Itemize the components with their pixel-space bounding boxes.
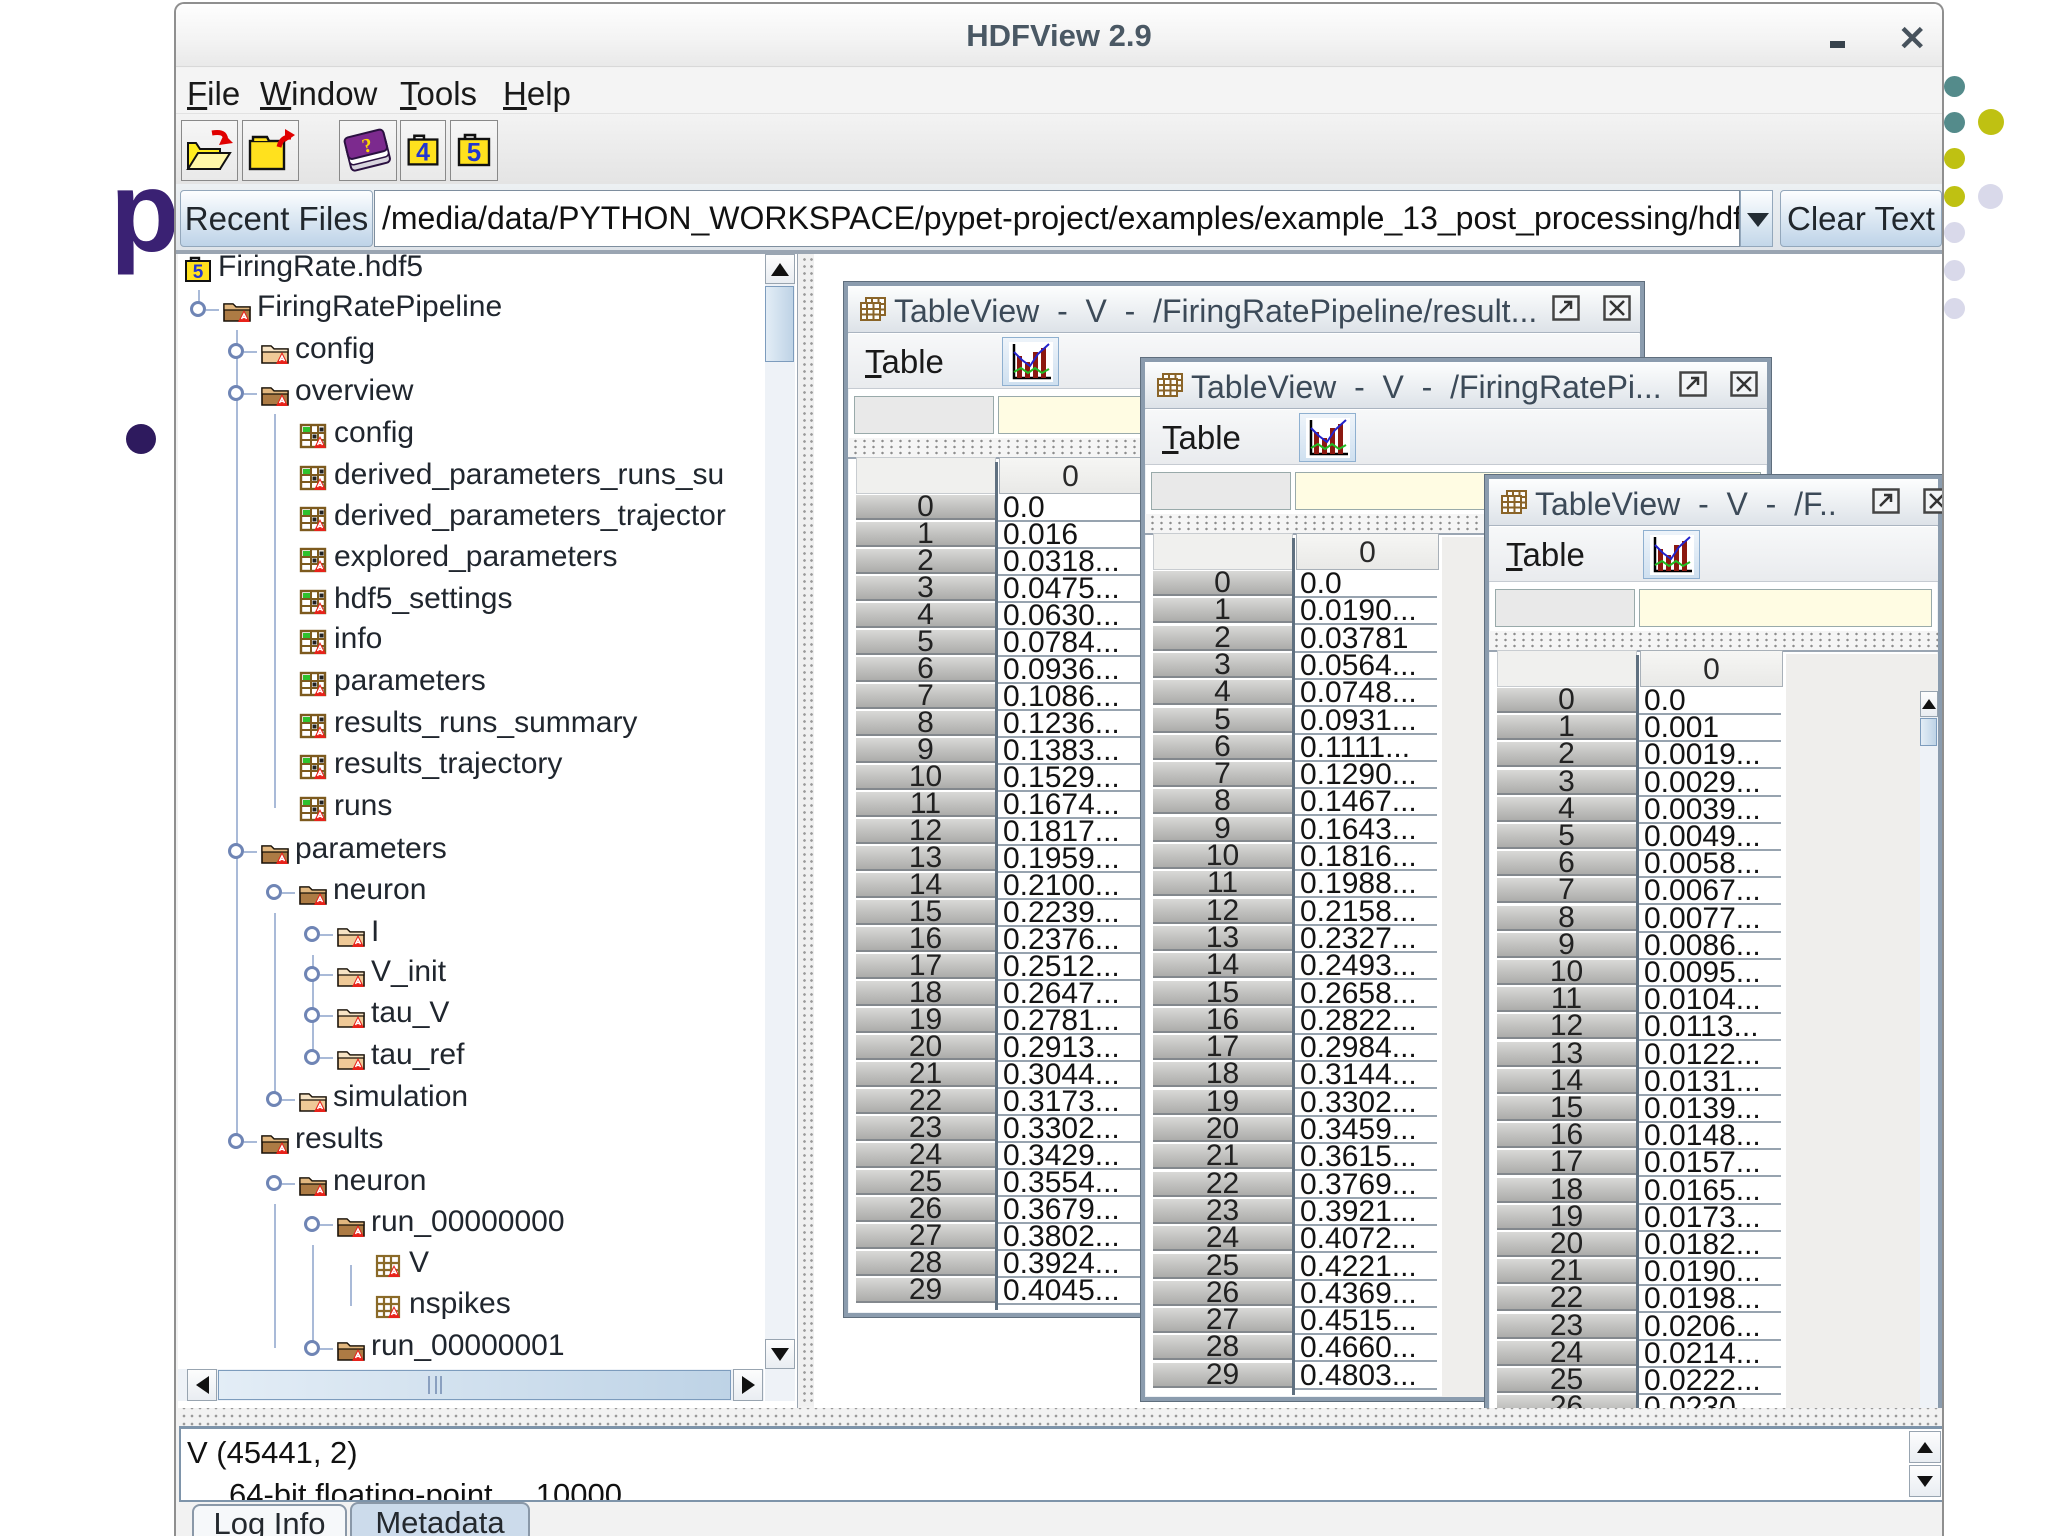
svg-text:5: 5 — [193, 262, 204, 283]
svg-text:5: 5 — [467, 137, 481, 167]
svg-text:4: 4 — [416, 138, 430, 166]
